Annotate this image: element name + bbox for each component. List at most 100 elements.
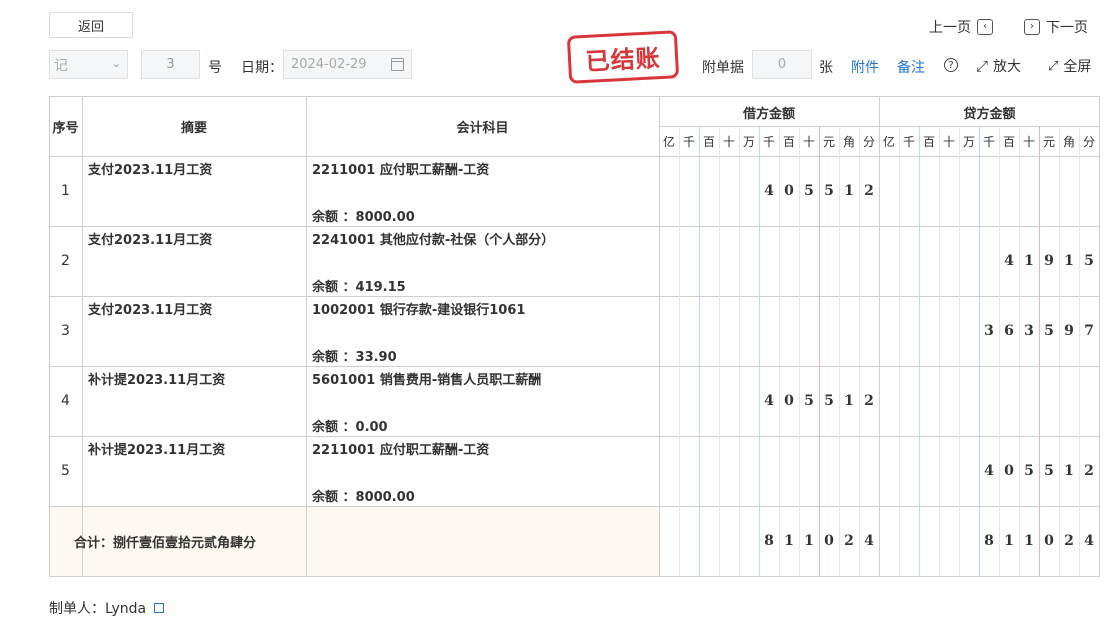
credit-unit-label: 千 <box>982 135 995 149</box>
credit-digit: 2 <box>1084 463 1094 479</box>
total-credit-digit: 1 <box>1024 533 1034 549</box>
row-account: 2211001 应付职工薪酬-工资 <box>312 163 490 178</box>
voucher-type-value: 记 <box>54 57 68 74</box>
header-seq: 序号 <box>52 121 79 136</box>
credit-unit-label: 千 <box>902 135 915 149</box>
credit-digit: 3 <box>1024 323 1034 339</box>
debit-digit: 2 <box>864 393 874 409</box>
digit-divider <box>1039 126 1040 576</box>
credit-digit: 9 <box>1044 253 1054 269</box>
debit-digit: 0 <box>784 183 794 199</box>
date-input[interactable]: 2024-02-29 <box>283 50 412 79</box>
attachment-link[interactable]: 附件 <box>851 57 879 77</box>
help-icon[interactable]: ? <box>944 58 958 72</box>
total-credit-digit: 8 <box>984 533 994 549</box>
remark-link[interactable]: 备注 <box>897 57 925 77</box>
debit-digit: 5 <box>804 183 814 199</box>
voucher-type-select[interactable]: 记 ⌄ <box>49 50 128 79</box>
debit-digit: 1 <box>844 183 854 199</box>
credit-digit: 3 <box>984 323 994 339</box>
next-page-label: 下一页 <box>1046 20 1088 36</box>
credit-digit: 5 <box>1024 463 1034 479</box>
row-seq: 4 <box>61 393 70 409</box>
credit-digit: 5 <box>1044 323 1054 339</box>
header-summary: 摘要 <box>180 121 207 136</box>
expand-icon: ⤢ <box>976 57 989 75</box>
debit-digit: 0 <box>784 393 794 409</box>
debit-unit-label: 元 <box>822 135 835 149</box>
maker-info: 制单人：Lynda <box>49 598 165 618</box>
credit-digit: 5 <box>1044 463 1054 479</box>
column-divider <box>82 96 83 576</box>
digit-divider <box>699 126 700 576</box>
date-label: 日期： <box>241 60 283 76</box>
credit-digit: 5 <box>1084 253 1094 269</box>
credit-digit: 0 <box>1004 463 1014 479</box>
row-summary: 补计提2023.11月工资 <box>88 373 226 388</box>
debit-digit: 4 <box>764 393 774 409</box>
chevron-right-icon: › <box>1024 19 1040 35</box>
date-value: 2024-02-29 <box>291 57 367 72</box>
attach-count-input[interactable]: 0 <box>752 50 812 79</box>
column-divider <box>879 96 880 576</box>
closed-stamp: 已结账 <box>566 30 680 84</box>
debit-unit-label: 千 <box>762 135 775 149</box>
debit-unit-label: 百 <box>702 135 715 149</box>
row-divider <box>49 506 1100 507</box>
debit-unit-label: 角 <box>842 135 855 149</box>
zoom-button[interactable]: ⤢ 放大 <box>976 56 1021 76</box>
debit-digit: 5 <box>804 393 814 409</box>
column-divider <box>306 96 307 576</box>
row-summary: 支付2023.11月工资 <box>88 233 213 248</box>
debit-unit-label: 亿 <box>662 135 675 149</box>
debit-unit-label: 百 <box>782 135 795 149</box>
header-divider <box>659 126 1100 127</box>
header-account: 会计科目 <box>456 121 509 136</box>
header-credit: 贷方金额 <box>963 107 1016 122</box>
row-balance: 余额 ：33.90 <box>312 350 397 365</box>
total-debit-digit: 1 <box>804 533 814 549</box>
digit-divider <box>739 126 740 576</box>
credit-unit-label: 百 <box>1002 135 1015 149</box>
credit-digit: 1 <box>1064 253 1074 269</box>
attach-label: 附单据 <box>702 60 744 76</box>
chevron-down-icon: ⌄ <box>111 57 121 70</box>
back-button[interactable]: 返回 <box>49 12 133 38</box>
credit-unit-label: 十 <box>942 135 955 149</box>
digit-divider <box>719 126 720 576</box>
credit-digit: 7 <box>1084 323 1094 339</box>
digit-divider <box>1079 126 1080 576</box>
credit-unit-label: 角 <box>1062 135 1075 149</box>
debit-unit-label: 千 <box>682 135 695 149</box>
next-page-button[interactable]: › 下一页 <box>1024 17 1088 37</box>
column-divider <box>659 96 660 576</box>
digit-divider <box>959 126 960 576</box>
credit-unit-label: 亿 <box>882 135 895 149</box>
total-debit-digit: 4 <box>864 533 874 549</box>
row-seq: 3 <box>61 323 70 339</box>
credit-digit: 1 <box>1064 463 1074 479</box>
fullscreen-button[interactable]: ⤢ 全屏 <box>1048 56 1091 76</box>
row-balance: 余额 ：0.00 <box>312 420 388 435</box>
prev-page-label: 上一页 <box>929 20 971 36</box>
digit-divider <box>979 126 980 576</box>
debit-unit-label: 分 <box>862 135 875 149</box>
total-debit-digit: 0 <box>824 533 834 549</box>
digit-divider <box>679 126 680 576</box>
digit-divider <box>919 126 920 576</box>
total-label: 合计：捌仟壹佰壹拾元贰角肆分 <box>74 536 257 551</box>
maker-label: 制单人：Lynda <box>49 601 147 617</box>
debit-digit: 5 <box>824 183 834 199</box>
total-debit-digit: 8 <box>764 533 774 549</box>
credit-unit-label: 元 <box>1042 135 1055 149</box>
edit-icon[interactable] <box>154 603 165 613</box>
row-divider <box>49 296 1100 297</box>
row-divider <box>49 226 1100 227</box>
credit-unit-label: 百 <box>922 135 935 149</box>
voucher-number-input[interactable]: 3 <box>141 50 200 79</box>
digit-divider <box>1019 126 1020 576</box>
prev-page-button[interactable]: 上一页 ‹ <box>929 17 993 37</box>
digit-divider <box>1059 126 1060 576</box>
zoom-label: 放大 <box>993 59 1022 75</box>
debit-digit: 1 <box>844 393 854 409</box>
